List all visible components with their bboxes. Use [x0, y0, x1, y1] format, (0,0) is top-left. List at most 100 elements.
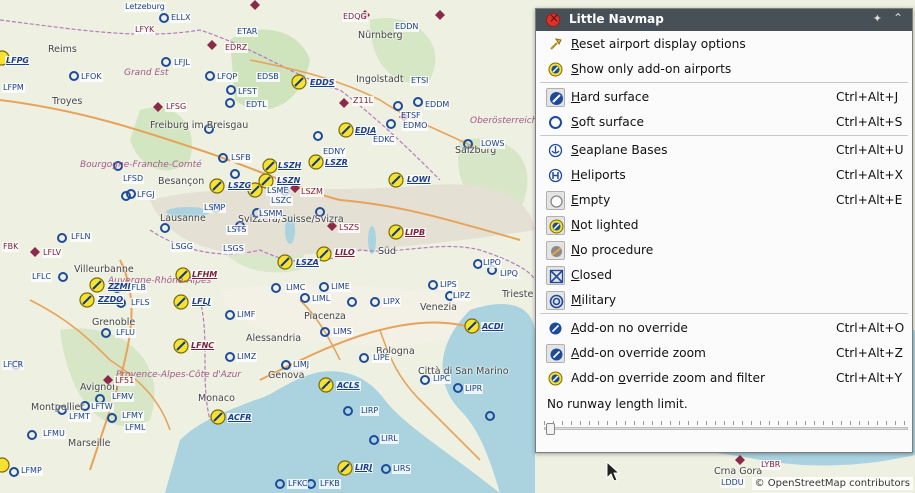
airport-label[interactable]: LSMP — [203, 203, 227, 213]
airport-label[interactable]: LIRP — [360, 406, 380, 416]
airport-label[interactable]: LIPE — [372, 353, 391, 363]
airport-label[interactable]: LSZN — [276, 176, 302, 186]
airport-label[interactable]: LFLJ — [191, 297, 212, 307]
airport-label[interactable]: LSZH — [277, 161, 303, 171]
airport-label[interactable]: LF51 — [114, 376, 136, 386]
airport-label[interactable]: LFCR — [2, 360, 25, 370]
airport-label[interactable]: ETAR — [236, 27, 259, 37]
menu-item-empty[interactable]: Empty Ctrl+Alt+E — [536, 188, 912, 213]
airport-label[interactable]: EDSB — [256, 72, 280, 82]
airport-label[interactable]: LSME — [266, 186, 290, 196]
airport-label[interactable]: LFLS — [130, 298, 151, 308]
airport-label[interactable]: LSZS — [338, 223, 361, 233]
slider-handle[interactable] — [546, 423, 555, 435]
menu-item-reset[interactable]: Reset airport display options — [536, 32, 912, 57]
airport-label[interactable]: LOWS — [480, 139, 506, 149]
menu-item-closed[interactable]: Closed — [536, 263, 912, 288]
airport-label[interactable]: LSGG — [170, 242, 194, 252]
airport-label[interactable]: LYBR — [760, 460, 782, 470]
slider-track[interactable] — [544, 427, 908, 430]
airport-label[interactable]: LSZM — [300, 187, 324, 197]
airport-label[interactable]: LFKB — [319, 479, 341, 489]
airport-label[interactable]: LSZR — [324, 158, 349, 168]
menu-item-seaplane[interactable]: Seaplane Bases Ctrl+Alt+U — [536, 138, 912, 163]
airport-label[interactable]: LIME — [330, 282, 351, 292]
airport-label[interactable]: ETSI — [410, 76, 430, 86]
popup-titlebar[interactable]: Little Navmap ✦ ⌃ — [536, 9, 912, 31]
airport-label[interactable]: LILO — [334, 248, 356, 258]
airport-label[interactable]: FBK — [2, 242, 20, 252]
airport-label[interactable]: LOWI — [406, 175, 432, 185]
menu-item-addon-only[interactable]: Show only add-on airports — [536, 57, 912, 82]
airport-label[interactable]: LIPB — [404, 228, 427, 238]
airport-label[interactable]: ZZDO — [97, 295, 125, 305]
airport-label[interactable]: EDTL — [245, 100, 268, 110]
airport-label[interactable]: LFST — [237, 87, 258, 97]
airport-label[interactable]: EDMO — [402, 121, 429, 131]
airport-label[interactable]: LIPO — [482, 258, 502, 268]
airport-label[interactable]: LIML — [311, 294, 332, 304]
airport-label[interactable]: Letzeburg — [124, 2, 166, 12]
airport-label[interactable]: LSGS — [222, 244, 245, 254]
close-icon[interactable] — [546, 11, 560, 27]
airport-label[interactable]: LFMY — [121, 411, 144, 421]
pin-icon[interactable]: ✦ — [873, 12, 882, 25]
airport-label[interactable]: LFSG — [165, 102, 188, 112]
airport-label[interactable]: LFPG — [5, 56, 30, 66]
airport-label[interactable]: LIMC — [285, 283, 307, 293]
airport-label[interactable]: LFLN — [70, 232, 92, 242]
menu-item-no-procedure[interactable]: No procedure — [536, 238, 912, 263]
airport-label[interactable]: LSMM — [258, 209, 284, 219]
airport-label[interactable]: ZZMI — [107, 282, 132, 292]
airport-label[interactable]: LIPX — [382, 297, 402, 307]
airport-label[interactable]: LFML — [124, 423, 147, 433]
airport-label[interactable]: ELLX — [170, 13, 192, 23]
airport-label[interactable]: LFPM — [2, 83, 25, 93]
airport-label[interactable]: LIMF — [236, 310, 257, 320]
airport-label[interactable]: LIPQ — [499, 269, 519, 279]
menu-item-addon-no-override[interactable]: Add-on no override Ctrl+Alt+O — [536, 316, 912, 341]
menu-item-soft-surface[interactable]: Soft surface Ctrl+Alt+S — [536, 110, 912, 135]
airport-label[interactable]: EDNY — [322, 147, 347, 157]
airport-label[interactable]: LIMZ — [236, 352, 258, 362]
airport-label[interactable]: LSFB — [230, 153, 252, 163]
airport-label[interactable]: EDRZ — [224, 43, 249, 53]
airport-label[interactable]: Z11L — [352, 96, 375, 106]
airport-label[interactable]: LSTS — [226, 225, 248, 235]
airport-label[interactable]: EDDS — [309, 78, 336, 88]
airport-label[interactable]: LIRS — [392, 464, 412, 474]
airport-label[interactable]: LFOK — [80, 72, 103, 82]
airport-label[interactable]: LSZA — [295, 258, 320, 268]
airport-label[interactable]: EDDN — [394, 22, 420, 32]
rollup-icon[interactable]: ⌃ — [893, 11, 903, 25]
airport-label[interactable]: LFLC — [31, 272, 53, 282]
airport-label[interactable]: LDDU — [720, 478, 745, 488]
airport-label[interactable]: EDKC — [372, 135, 396, 145]
airport-label[interactable]: LIRL — [380, 434, 399, 444]
menu-item-addon-override-filter[interactable]: Add-on override zoom and filter Ctrl+Alt+… — [536, 366, 912, 391]
airport-label[interactable]: LFKC — [287, 479, 309, 489]
airport-label[interactable]: LIMJ — [292, 360, 311, 370]
airport-label[interactable]: LFJL — [173, 58, 191, 68]
menu-item-military[interactable]: Military — [536, 288, 912, 313]
airport-label[interactable]: LFLV — [42, 248, 63, 258]
airport-label[interactable]: ETSF — [400, 111, 422, 121]
airport-label[interactable]: LFQP — [216, 72, 239, 82]
airport-label[interactable]: LIPR — [464, 384, 484, 394]
airport-label[interactable]: LIPZ — [452, 291, 472, 301]
airport-label[interactable]: LFYK — [134, 25, 156, 35]
airport-label[interactable]: ACFR — [227, 413, 253, 423]
airport-label[interactable]: LIRJ — [354, 463, 374, 473]
airport-label[interactable]: LFTW — [90, 402, 114, 412]
airport-label[interactable]: LIPC — [432, 374, 452, 384]
airport-label[interactable]: LIMS — [332, 327, 353, 337]
airport-label[interactable]: LFHM — [191, 270, 219, 280]
airport-label[interactable]: EDQG — [342, 12, 368, 22]
menu-item-heliport[interactable]: Heliports Ctrl+Alt+X — [536, 163, 912, 188]
runway-length-slider[interactable] — [544, 421, 908, 435]
airport-label[interactable]: EDDM — [424, 100, 451, 110]
airport-label[interactable]: LFMT — [68, 412, 91, 422]
airport-label[interactable]: ACDI — [481, 322, 505, 332]
airport-label[interactable]: LFMP — [20, 466, 43, 476]
airport-label[interactable]: LFLU — [115, 328, 136, 338]
